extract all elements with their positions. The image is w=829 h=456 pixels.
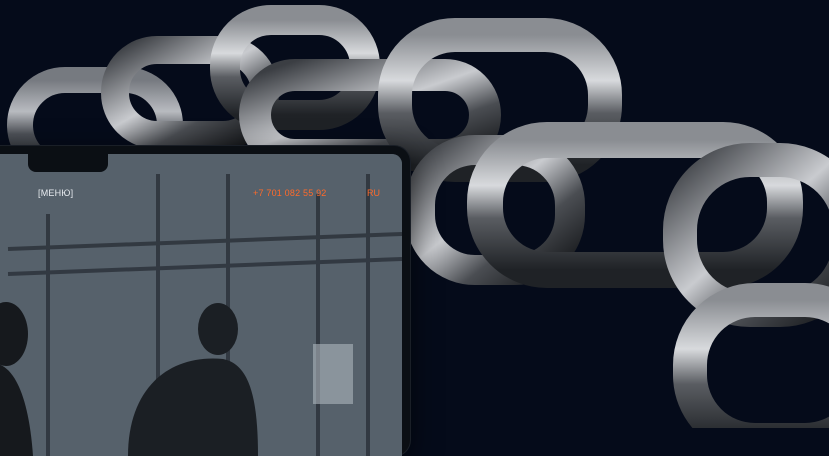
menu-button[interactable]: [МЕНЮ] <box>38 188 73 198</box>
site-header: [МЕНЮ] +7 701 082 55 92 RU <box>0 188 402 208</box>
tablet-mockup: [МЕНЮ] +7 701 082 55 92 RU <box>0 146 410 456</box>
phone-link[interactable]: +7 701 082 55 92 <box>253 188 327 198</box>
tablet-screen: [МЕНЮ] +7 701 082 55 92 RU <box>0 154 402 456</box>
landing-preview: [МЕНЮ] +7 701 082 55 92 RU <box>0 0 829 456</box>
language-switch[interactable]: RU <box>367 188 380 198</box>
camera-notch <box>28 154 108 172</box>
